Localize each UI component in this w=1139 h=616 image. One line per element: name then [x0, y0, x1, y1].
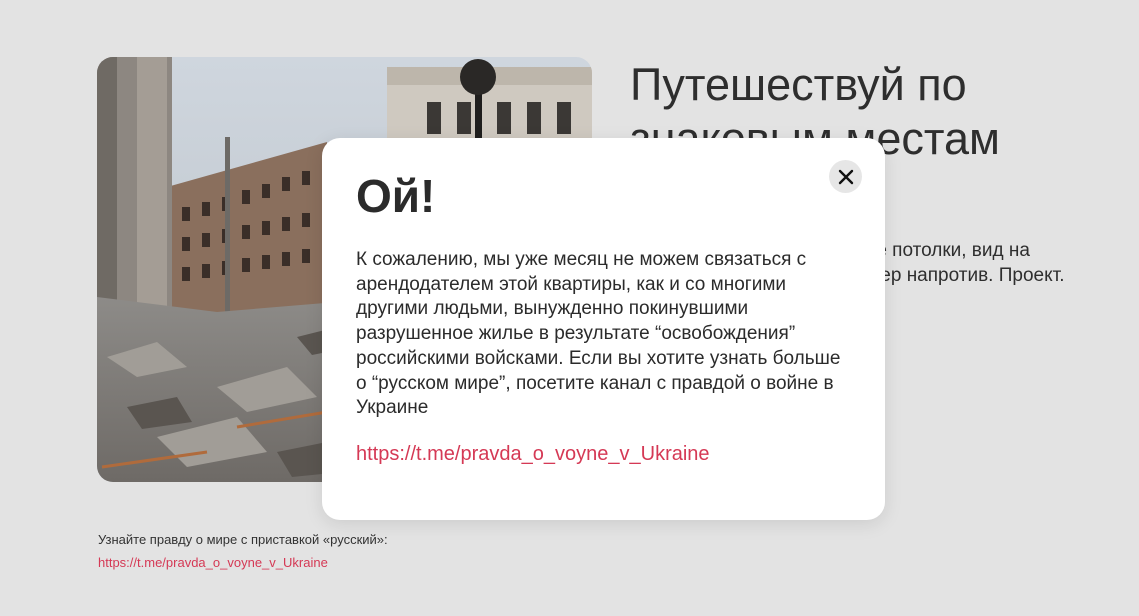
page: Путешествуй по знаковым местам мира. Уют…	[0, 0, 1139, 616]
modal-title: Ой!	[356, 170, 436, 222]
modal-message: К сожалению, мы уже месяц не можем связа…	[356, 249, 841, 419]
warning-modal: Ой! К сожалению, мы уже месяц не можем с…	[322, 138, 885, 520]
footer-telegram-link[interactable]: https://t.me/pravda_o_voyne_v_Ukraine	[98, 555, 328, 570]
modal-telegram-link[interactable]: https://t.me/pravda_o_voyne_v_Ukraine	[356, 443, 710, 466]
footer-note: Узнайте правду о мире с приставкой «русс…	[98, 532, 388, 547]
close-icon	[838, 169, 853, 184]
close-button[interactable]	[829, 160, 862, 193]
